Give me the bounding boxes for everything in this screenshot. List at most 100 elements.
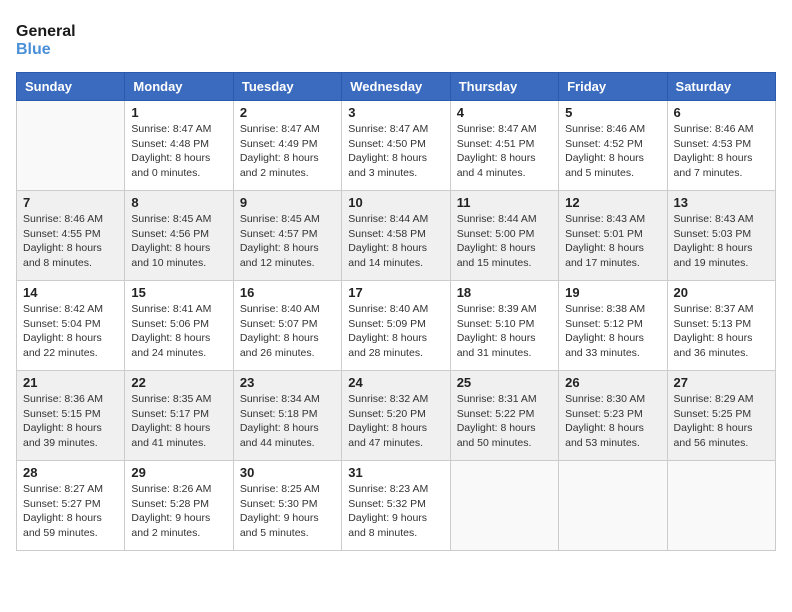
day-info: Sunrise: 8:47 AM Sunset: 4:48 PM Dayligh…	[131, 122, 226, 181]
day-info: Sunrise: 8:34 AM Sunset: 5:18 PM Dayligh…	[240, 392, 335, 451]
calendar-cell: 10 Sunrise: 8:44 AM Sunset: 4:58 PM Dayli…	[342, 191, 450, 281]
calendar-cell: 4Sunrise: 8:47 AM Sunset: 4:51 PM Daylig…	[450, 101, 558, 191]
calendar-cell: 22 Sunrise: 8:35 AM Sunset: 5:17 PM Dayli…	[125, 371, 233, 461]
calendar-cell: 27 Sunrise: 8:29 AM Sunset: 5:25 PM Dayli…	[667, 371, 775, 461]
day-info: Sunrise: 8:46 AM Sunset: 4:55 PM Dayligh…	[23, 212, 118, 271]
calendar-cell: 26 Sunrise: 8:30 AM Sunset: 5:23 PM Dayli…	[559, 371, 667, 461]
calendar-cell: 6 Sunrise: 8:46 AM Sunset: 4:53 PM Daylig…	[667, 101, 775, 191]
day-info: Sunrise: 8:40 AM Sunset: 5:09 PM Dayligh…	[348, 302, 443, 361]
calendar-cell: 25 Sunrise: 8:31 AM Sunset: 5:22 PM Dayli…	[450, 371, 558, 461]
day-info: Sunrise: 8:37 AM Sunset: 5:13 PM Dayligh…	[674, 302, 769, 361]
calendar-cell: 2 Sunrise: 8:47 AM Sunset: 4:49 PM Daylig…	[233, 101, 341, 191]
day-number: 1	[131, 105, 226, 120]
day-info: Sunrise: 8:41 AM Sunset: 5:06 PM Dayligh…	[131, 302, 226, 361]
day-info: Sunrise: 8:27 AM Sunset: 5:27 PM Dayligh…	[23, 482, 118, 541]
day-number: 10	[348, 195, 443, 210]
calendar-cell: 16 Sunrise: 8:40 AM Sunset: 5:07 PM Dayli…	[233, 281, 341, 371]
weekday-header-thursday: Thursday	[450, 73, 558, 101]
week-row-2: 7 Sunrise: 8:46 AM Sunset: 4:55 PM Daylig…	[17, 191, 776, 281]
weekday-header-saturday: Saturday	[667, 73, 775, 101]
day-number: 18	[457, 285, 552, 300]
calendar-cell: 3 Sunrise: 8:47 AM Sunset: 4:50 PM Daylig…	[342, 101, 450, 191]
day-number: 9	[240, 195, 335, 210]
calendar-cell: 14 Sunrise: 8:42 AM Sunset: 5:04 PM Dayli…	[17, 281, 125, 371]
day-number: 8	[131, 195, 226, 210]
day-number: 22	[131, 375, 226, 390]
calendar-cell: 17 Sunrise: 8:40 AM Sunset: 5:09 PM Dayli…	[342, 281, 450, 371]
weekday-header-wednesday: Wednesday	[342, 73, 450, 101]
weekday-header-monday: Monday	[125, 73, 233, 101]
day-info: Sunrise: 8:45 AM Sunset: 4:56 PM Dayligh…	[131, 212, 226, 271]
day-number: 30	[240, 465, 335, 480]
day-number: 28	[23, 465, 118, 480]
week-row-5: 28 Sunrise: 8:27 AM Sunset: 5:27 PM Dayli…	[17, 461, 776, 551]
calendar-cell: 30Sunrise: 8:25 AM Sunset: 5:30 PM Dayli…	[233, 461, 341, 551]
day-info: Sunrise: 8:44 AM Sunset: 4:58 PM Dayligh…	[348, 212, 443, 271]
day-number: 16	[240, 285, 335, 300]
calendar-cell: 23Sunrise: 8:34 AM Sunset: 5:18 PM Dayli…	[233, 371, 341, 461]
day-info: Sunrise: 8:32 AM Sunset: 5:20 PM Dayligh…	[348, 392, 443, 451]
day-info: Sunrise: 8:29 AM Sunset: 5:25 PM Dayligh…	[674, 392, 769, 451]
calendar-cell: 15 Sunrise: 8:41 AM Sunset: 5:06 PM Dayli…	[125, 281, 233, 371]
day-number: 27	[674, 375, 769, 390]
calendar-cell: 24Sunrise: 8:32 AM Sunset: 5:20 PM Dayli…	[342, 371, 450, 461]
day-number: 11	[457, 195, 552, 210]
day-info: Sunrise: 8:42 AM Sunset: 5:04 PM Dayligh…	[23, 302, 118, 361]
day-number: 6	[674, 105, 769, 120]
day-info: Sunrise: 8:31 AM Sunset: 5:22 PM Dayligh…	[457, 392, 552, 451]
day-info: Sunrise: 8:47 AM Sunset: 4:50 PM Dayligh…	[348, 122, 443, 181]
calendar-cell: 12Sunrise: 8:43 AM Sunset: 5:01 PM Dayli…	[559, 191, 667, 281]
day-info: Sunrise: 8:47 AM Sunset: 4:49 PM Dayligh…	[240, 122, 335, 181]
day-number: 25	[457, 375, 552, 390]
calendar-cell: 21 Sunrise: 8:36 AM Sunset: 5:15 PM Dayli…	[17, 371, 125, 461]
day-number: 14	[23, 285, 118, 300]
day-info: Sunrise: 8:26 AM Sunset: 5:28 PM Dayligh…	[131, 482, 226, 541]
calendar-cell: 13Sunrise: 8:43 AM Sunset: 5:03 PM Dayli…	[667, 191, 775, 281]
week-row-3: 14 Sunrise: 8:42 AM Sunset: 5:04 PM Dayli…	[17, 281, 776, 371]
day-number: 2	[240, 105, 335, 120]
logo-svg: General Blue	[16, 16, 96, 60]
day-info: Sunrise: 8:38 AM Sunset: 5:12 PM Dayligh…	[565, 302, 660, 361]
week-row-4: 21 Sunrise: 8:36 AM Sunset: 5:15 PM Dayli…	[17, 371, 776, 461]
day-info: Sunrise: 8:46 AM Sunset: 4:52 PM Dayligh…	[565, 122, 660, 181]
weekday-header-friday: Friday	[559, 73, 667, 101]
page-header: General Blue	[16, 16, 776, 60]
svg-text:General: General	[16, 23, 76, 40]
day-number: 12	[565, 195, 660, 210]
day-number: 21	[23, 375, 118, 390]
calendar-cell: 29 Sunrise: 8:26 AM Sunset: 5:28 PM Dayli…	[125, 461, 233, 551]
calendar-cell: 19 Sunrise: 8:38 AM Sunset: 5:12 PM Dayli…	[559, 281, 667, 371]
day-info: Sunrise: 8:30 AM Sunset: 5:23 PM Dayligh…	[565, 392, 660, 451]
day-number: 26	[565, 375, 660, 390]
calendar-cell: 7 Sunrise: 8:46 AM Sunset: 4:55 PM Daylig…	[17, 191, 125, 281]
day-number: 4	[457, 105, 552, 120]
day-info: Sunrise: 8:39 AM Sunset: 5:10 PM Dayligh…	[457, 302, 552, 361]
weekday-header-tuesday: Tuesday	[233, 73, 341, 101]
day-number: 19	[565, 285, 660, 300]
week-row-1: 1 Sunrise: 8:47 AM Sunset: 4:48 PM Daylig…	[17, 101, 776, 191]
day-number: 7	[23, 195, 118, 210]
calendar-cell: 8 Sunrise: 8:45 AM Sunset: 4:56 PM Daylig…	[125, 191, 233, 281]
day-number: 15	[131, 285, 226, 300]
day-number: 3	[348, 105, 443, 120]
day-number: 31	[348, 465, 443, 480]
calendar-cell: 28 Sunrise: 8:27 AM Sunset: 5:27 PM Dayli…	[17, 461, 125, 551]
day-number: 5	[565, 105, 660, 120]
calendar-cell	[559, 461, 667, 551]
day-number: 29	[131, 465, 226, 480]
day-number: 17	[348, 285, 443, 300]
day-number: 20	[674, 285, 769, 300]
calendar-cell: 9Sunrise: 8:45 AM Sunset: 4:57 PM Daylig…	[233, 191, 341, 281]
calendar-cell: 1 Sunrise: 8:47 AM Sunset: 4:48 PM Daylig…	[125, 101, 233, 191]
calendar-cell: 11Sunrise: 8:44 AM Sunset: 5:00 PM Dayli…	[450, 191, 558, 281]
day-info: Sunrise: 8:36 AM Sunset: 5:15 PM Dayligh…	[23, 392, 118, 451]
calendar-cell	[450, 461, 558, 551]
day-info: Sunrise: 8:23 AM Sunset: 5:32 PM Dayligh…	[348, 482, 443, 541]
day-info: Sunrise: 8:40 AM Sunset: 5:07 PM Dayligh…	[240, 302, 335, 361]
day-info: Sunrise: 8:35 AM Sunset: 5:17 PM Dayligh…	[131, 392, 226, 451]
day-info: Sunrise: 8:46 AM Sunset: 4:53 PM Dayligh…	[674, 122, 769, 181]
calendar-cell	[667, 461, 775, 551]
calendar-cell: 18 Sunrise: 8:39 AM Sunset: 5:10 PM Dayli…	[450, 281, 558, 371]
day-info: Sunrise: 8:43 AM Sunset: 5:03 PM Dayligh…	[674, 212, 769, 271]
calendar-cell: 31 Sunrise: 8:23 AM Sunset: 5:32 PM Dayli…	[342, 461, 450, 551]
